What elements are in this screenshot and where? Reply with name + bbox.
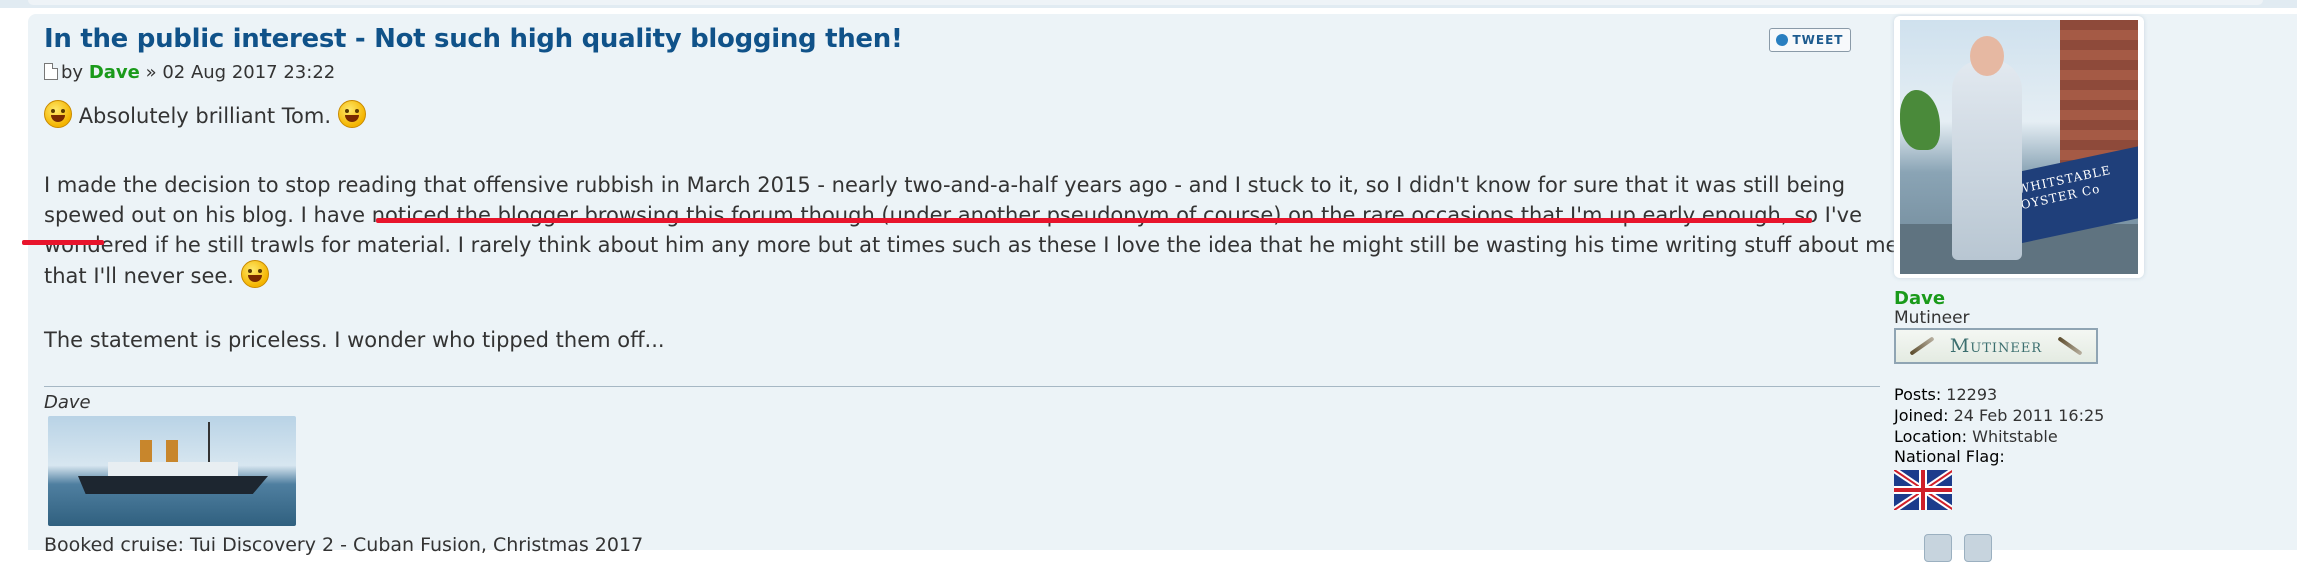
joined-label: Joined: <box>1894 406 1949 425</box>
sword-icon <box>2057 336 2083 356</box>
content-paragraph: I made the decision to stop reading that… <box>44 170 1904 291</box>
post-author-line: by Dave » 02 Aug 2017 23:22 <box>44 62 335 83</box>
uk-flag-icon <box>1894 470 1952 510</box>
posts-label: Posts: <box>1894 385 1942 404</box>
profile-location-row: Location: Whitstable <box>1894 426 2104 447</box>
location-label: Location: <box>1894 427 1968 446</box>
profile-rank: Mutineer <box>1894 308 1970 328</box>
website-icon[interactable] <box>1924 534 1952 562</box>
content-line1-text: Absolutely brilliant Tom. <box>78 104 332 128</box>
red-underline-1 <box>376 218 1812 223</box>
ship-mast <box>208 422 210 462</box>
avatar[interactable]: WHITSTABLE OYSTER Co <box>1900 20 2138 274</box>
avatar-head <box>1970 36 2004 76</box>
profile-details: Posts: 12293 Joined: 24 Feb 2011 16:25 L… <box>1894 384 2104 447</box>
signature-divider <box>44 386 1880 387</box>
location-value: Whitstable <box>1972 427 2058 446</box>
red-underline-2 <box>22 240 104 245</box>
signature-name: Dave <box>44 392 91 413</box>
rank-badge-label: Mutineer <box>1949 335 2043 357</box>
laughing-smiley-icon <box>44 100 72 128</box>
paragraph-highlighted: I have noticed the blogger browsing this… <box>300 203 1788 227</box>
profile-username[interactable]: Dave <box>1894 288 1945 309</box>
post-title[interactable]: In the public interest - Not such high q… <box>44 24 903 54</box>
content-statement: The statement is priceless. I wonder who… <box>44 328 665 352</box>
rank-badge: Mutineer <box>1894 328 2098 364</box>
profile-joined-row: Joined: 24 Feb 2011 16:25 <box>1894 405 2104 426</box>
tweet-label: TWEET <box>1792 33 1844 47</box>
avatar-plant <box>1900 90 1940 150</box>
signature-cruise: Booked cruise: Tui Discovery 2 - Cuban F… <box>44 534 644 556</box>
date-separator: » <box>145 62 157 83</box>
post-doc-icon[interactable] <box>44 63 58 80</box>
twitter-bird-icon <box>1776 34 1789 46</box>
signature-ship-image <box>48 416 296 526</box>
top-strip <box>0 0 2297 8</box>
ship-hull <box>78 476 268 494</box>
facebook-icon[interactable] <box>1964 534 1992 562</box>
post-author-link[interactable]: Dave <box>89 62 140 83</box>
joined-date: 24 Feb 2011 16:25 <box>1953 406 2105 425</box>
grin-smiley-icon <box>240 260 269 288</box>
post-date: 02 Aug 2017 23:22 <box>162 62 336 83</box>
by-label: by <box>61 62 84 83</box>
profile-posts-row: Posts: 12293 <box>1894 384 2104 405</box>
national-flag-label: National Flag: <box>1894 447 2005 466</box>
ship-funnel <box>166 440 178 462</box>
tweet-button[interactable]: TWEET <box>1769 28 1851 52</box>
posts-count[interactable]: 12293 <box>1946 385 1997 404</box>
ship-funnel <box>140 440 152 462</box>
top-strip-inner <box>28 0 2263 5</box>
content-line1: Absolutely brilliant Tom. <box>44 100 366 128</box>
laughing-tears-smiley-icon <box>337 100 366 128</box>
sword-icon <box>1909 336 1935 356</box>
avatar-person <box>1952 60 2022 260</box>
ship-deck <box>108 462 238 476</box>
